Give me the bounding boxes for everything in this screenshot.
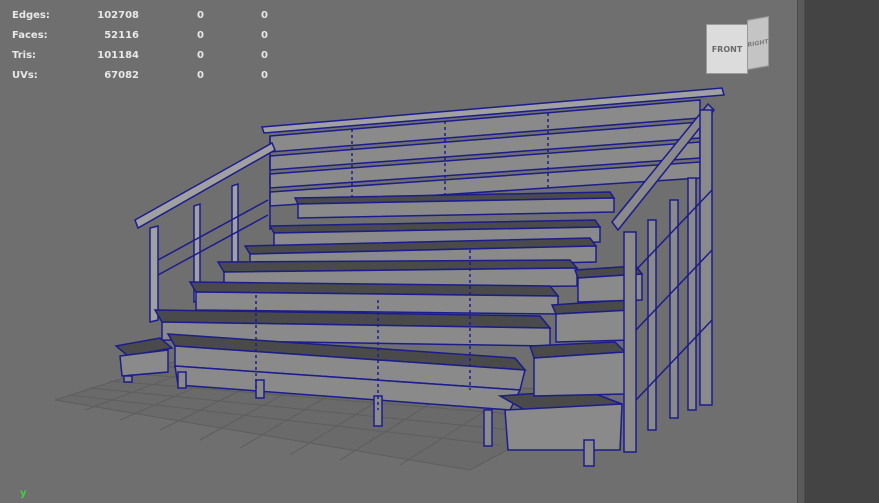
- hud-value: 0: [197, 50, 204, 61]
- viewcube-front-face[interactable]: FRONT: [706, 24, 748, 74]
- hud-row-edges: Edges: 102708 0 0: [12, 6, 272, 26]
- hud-value: 67082: [104, 70, 139, 81]
- axis-indicator-y: y: [20, 488, 27, 499]
- viewcube-right-face[interactable]: RIGHT: [747, 16, 769, 71]
- hud-value: 0: [261, 70, 268, 81]
- panel-splitter[interactable]: [797, 0, 805, 503]
- viewport-3d[interactable]: Edges: 102708 0 0 Faces: 52116 0 0 Tris:…: [0, 0, 797, 503]
- hud-label: Tris:: [12, 50, 37, 61]
- hud-row-uvs: UVs: 67082 0 0: [12, 66, 272, 86]
- hud-label: UVs:: [12, 70, 38, 81]
- hud-label: Edges:: [12, 10, 50, 21]
- side-panel: [805, 0, 879, 503]
- hud-value: 0: [197, 10, 204, 21]
- hud-value: 0: [261, 10, 268, 21]
- hud-value: 0: [197, 70, 204, 81]
- hud-value: 0: [261, 30, 268, 41]
- hud-value: 101184: [97, 50, 139, 61]
- hud-value: 102708: [97, 10, 139, 21]
- hud-value: 0: [197, 30, 204, 41]
- hud-row-tris: Tris: 101184 0 0: [12, 46, 272, 66]
- viewcube[interactable]: FRONT RIGHT: [706, 16, 770, 74]
- hud-value: 52116: [104, 30, 139, 41]
- hud-row-faces: Faces: 52116 0 0: [12, 26, 272, 46]
- hud-label: Faces:: [12, 30, 48, 41]
- hud-value: 0: [261, 50, 268, 61]
- poly-count-hud: Edges: 102708 0 0 Faces: 52116 0 0 Tris:…: [12, 6, 272, 86]
